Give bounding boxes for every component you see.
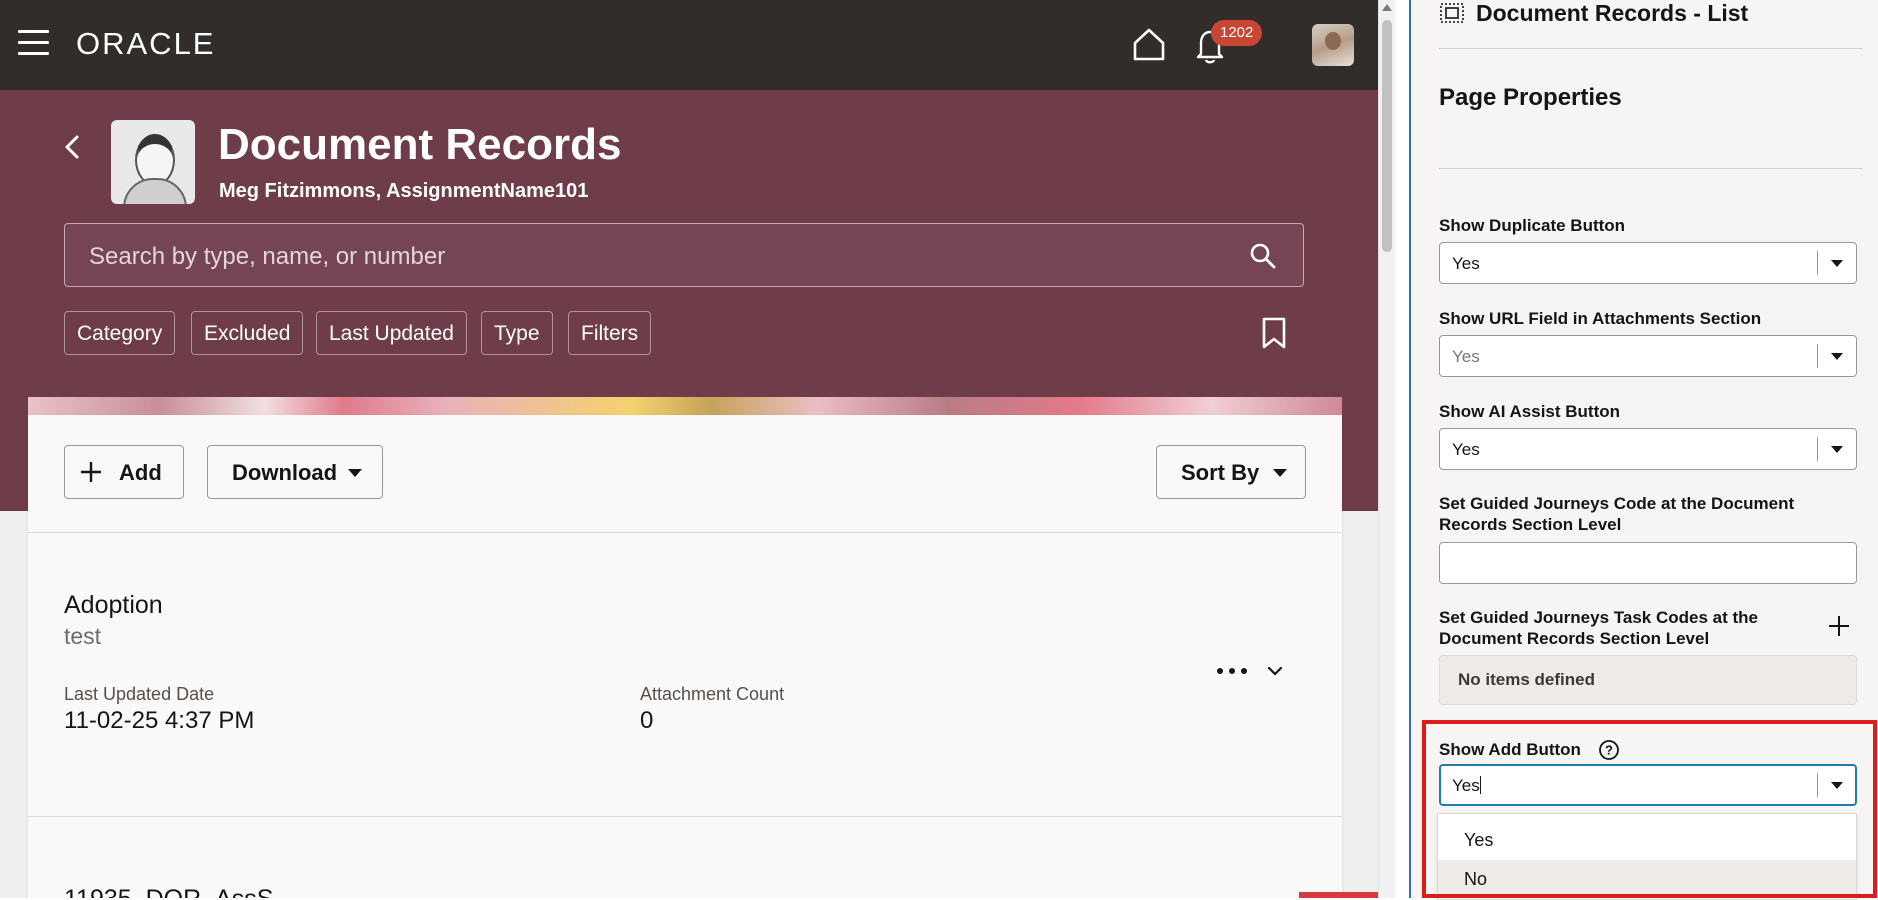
add-button-label: Add xyxy=(119,460,162,485)
download-button-label: Download xyxy=(232,460,338,485)
notification-badge: 1202 xyxy=(1211,20,1263,46)
chevron-down-icon[interactable] xyxy=(1831,446,1843,453)
home-icon[interactable] xyxy=(1131,26,1167,62)
attachment-count-value: 0 xyxy=(640,707,654,734)
filter-chip-last-updated[interactable]: Last Updated xyxy=(316,311,467,355)
scrollbar-thumb[interactable] xyxy=(1382,20,1392,252)
show-duplicate-label: Show Duplicate Button xyxy=(1439,216,1626,235)
filter-chip-type[interactable]: Type xyxy=(481,311,553,355)
page-subtitle: Meg Fitzimmons, AssignmentName101 xyxy=(219,180,589,202)
chevron-down-icon[interactable] xyxy=(1831,260,1843,267)
gj-task-empty-list: No items defined xyxy=(1439,655,1857,705)
plus-icon xyxy=(81,462,101,482)
scroll-up-arrow-icon[interactable] xyxy=(1382,4,1392,11)
chevron-down-icon xyxy=(1273,469,1287,477)
highlight-box xyxy=(1422,720,1877,898)
sort-by-button[interactable]: Sort By xyxy=(1156,445,1306,499)
bookmark-icon[interactable] xyxy=(1261,316,1287,350)
gj-code-label-line2: Records Section Level xyxy=(1439,515,1622,534)
divider xyxy=(28,532,1342,533)
select-value: Yes xyxy=(1452,254,1480,273)
page-scrollbar[interactable] xyxy=(1378,0,1395,898)
record-title[interactable]: 11935_DOR_AssS... xyxy=(64,885,294,898)
show-duplicate-select[interactable]: Yes xyxy=(1439,242,1857,284)
decorative-banner xyxy=(28,397,1342,415)
record-subtitle: test xyxy=(64,623,102,649)
gj-code-input[interactable] xyxy=(1439,542,1857,584)
sort-button-label: Sort By xyxy=(1181,460,1260,485)
search-placeholder: Search by type, name, or number xyxy=(89,243,446,270)
hamburger-menu-icon[interactable] xyxy=(18,30,50,56)
back-arrow-icon[interactable] xyxy=(60,132,86,162)
filter-chip-category[interactable]: Category xyxy=(64,311,176,355)
last-updated-label: Last Updated Date xyxy=(64,684,215,704)
gj-task-label-line2: Document Records Section Level xyxy=(1439,629,1710,648)
show-url-label: Show URL Field in Attachments Section xyxy=(1439,309,1762,328)
record-title[interactable]: Adoption xyxy=(64,591,163,620)
divider xyxy=(1439,168,1863,169)
chevron-down-icon xyxy=(348,469,362,477)
show-url-select[interactable]: Yes xyxy=(1439,335,1857,377)
show-ai-select[interactable]: Yes xyxy=(1439,428,1857,470)
empty-list-text: No items defined xyxy=(1458,670,1595,689)
more-actions-icon[interactable] xyxy=(1215,664,1249,678)
download-button[interactable]: Download xyxy=(207,445,383,499)
user-avatar[interactable] xyxy=(1312,24,1354,66)
divider xyxy=(1439,48,1863,49)
attachment-count-label: Attachment Count xyxy=(640,684,785,704)
page-title: Document Records xyxy=(218,120,622,169)
add-button[interactable]: Add xyxy=(64,445,184,499)
status-indicator xyxy=(1299,892,1378,898)
app-canvas: ORACLE 1202 Document Records Meg Fitzimm… xyxy=(0,0,1378,898)
search-icon[interactable] xyxy=(1249,242,1277,270)
top-bar: ORACLE 1202 xyxy=(0,0,1378,90)
show-ai-label: Show AI Assist Button xyxy=(1439,402,1621,421)
filter-chip-excluded[interactable]: Excluded xyxy=(191,311,304,355)
select-value: Yes xyxy=(1452,440,1480,459)
gj-task-label-line1: Set Guided Journeys Task Codes at the xyxy=(1439,608,1758,627)
section-title: Page Properties xyxy=(1439,84,1622,111)
oracle-logo: ORACLE xyxy=(76,26,216,61)
last-updated-value: 11-02-25 4:37 PM xyxy=(64,707,255,734)
select-value: Yes xyxy=(1452,347,1480,366)
panel-separator xyxy=(1395,0,1411,898)
gj-code-label-line1: Set Guided Journeys Code at the Document xyxy=(1439,494,1795,513)
search-field[interactable]: Search by type, name, or number xyxy=(64,223,1304,287)
expand-chevron-icon[interactable] xyxy=(1266,664,1284,678)
add-task-code-plus-icon[interactable] xyxy=(1827,614,1851,638)
filter-chip-filters[interactable]: Filters xyxy=(568,311,652,355)
divider xyxy=(28,816,1342,817)
person-photo xyxy=(111,120,195,204)
panel-title: Document Records - List xyxy=(1476,0,1749,26)
component-icon xyxy=(1440,3,1464,23)
chevron-down-icon[interactable] xyxy=(1831,353,1843,360)
